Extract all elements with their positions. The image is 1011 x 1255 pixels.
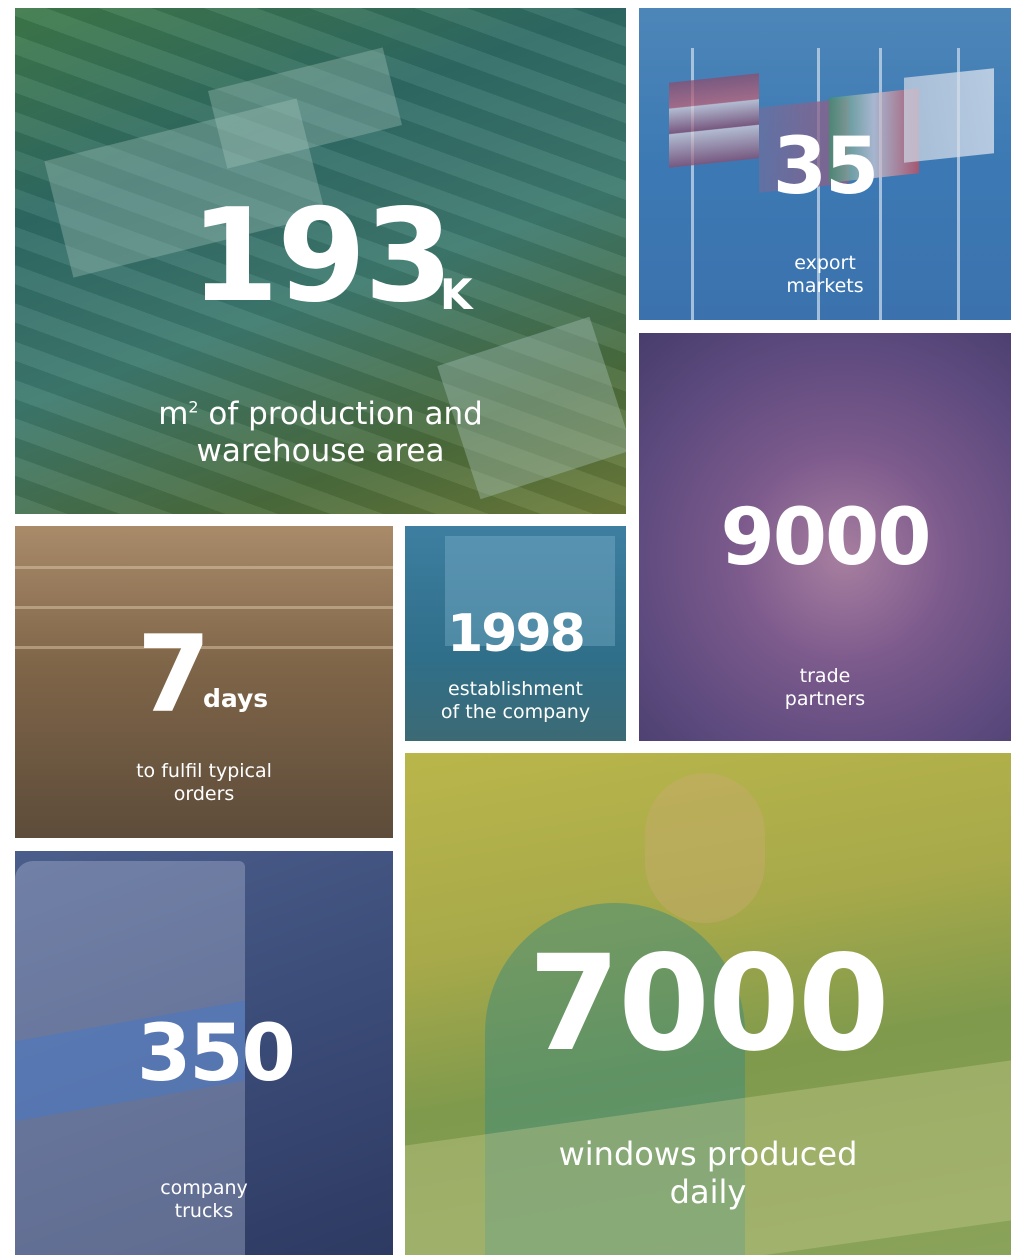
- windows-label-line1: windows produced: [558, 1135, 858, 1173]
- trucks-value: 350: [137, 1009, 296, 1099]
- windows-label: windows produced daily: [405, 1135, 1011, 1212]
- area-suffix: K: [440, 270, 473, 319]
- stat-tile-production-area: 193 K m2 of production and warehouse are…: [15, 8, 626, 514]
- area-label-line2: warehouse area: [196, 433, 445, 470]
- markets-label: export markets: [639, 252, 1011, 298]
- markets-value: 35: [772, 122, 880, 212]
- days-value: 7: [137, 613, 211, 736]
- markets-label-line2: markets: [786, 274, 864, 297]
- partners-label: trade partners: [639, 665, 1011, 711]
- area-unit: m: [158, 396, 189, 432]
- year-value: 1998: [447, 604, 586, 664]
- stat-tile-windows-daily: 7000 windows produced daily: [405, 753, 1011, 1255]
- year-label-line2: of the company: [440, 700, 591, 723]
- area-unit-sup: 2: [188, 397, 199, 417]
- windows-value: 7000: [528, 927, 889, 1081]
- days-label: to fulfil typical orders: [15, 760, 393, 806]
- partners-label-line2: partners: [784, 687, 866, 710]
- area-value: 193: [190, 182, 453, 331]
- stat-tile-company-trucks: 350 company trucks: [15, 851, 393, 1255]
- year-label: establishment of the company: [405, 678, 626, 724]
- stat-tile-order-days: 7 days to fulfil typical orders: [15, 526, 393, 838]
- days-label-line1: to fulfil typical: [136, 760, 272, 782]
- partners-value: 9000: [720, 493, 931, 583]
- area-label-line1: of production and: [198, 396, 483, 432]
- trucks-label-line2: trucks: [174, 1199, 234, 1222]
- trucks-label-line1: company: [160, 1177, 248, 1199]
- markets-label-line1: export: [794, 252, 856, 274]
- year-label-line1: establishment: [448, 678, 583, 700]
- stat-tile-trade-partners: 9000 trade partners: [639, 333, 1011, 741]
- area-label: m2 of production and warehouse area: [15, 396, 626, 470]
- partners-label-line1: trade: [799, 665, 851, 687]
- windows-label-line2: daily: [669, 1173, 747, 1212]
- days-label-line2: orders: [173, 782, 235, 805]
- days-suffix: days: [203, 684, 269, 713]
- stat-tile-export-markets: 35 export markets: [639, 8, 1011, 320]
- trucks-label: company trucks: [15, 1177, 393, 1223]
- stat-tile-establishment-year: 1998 establishment of the company: [405, 526, 626, 741]
